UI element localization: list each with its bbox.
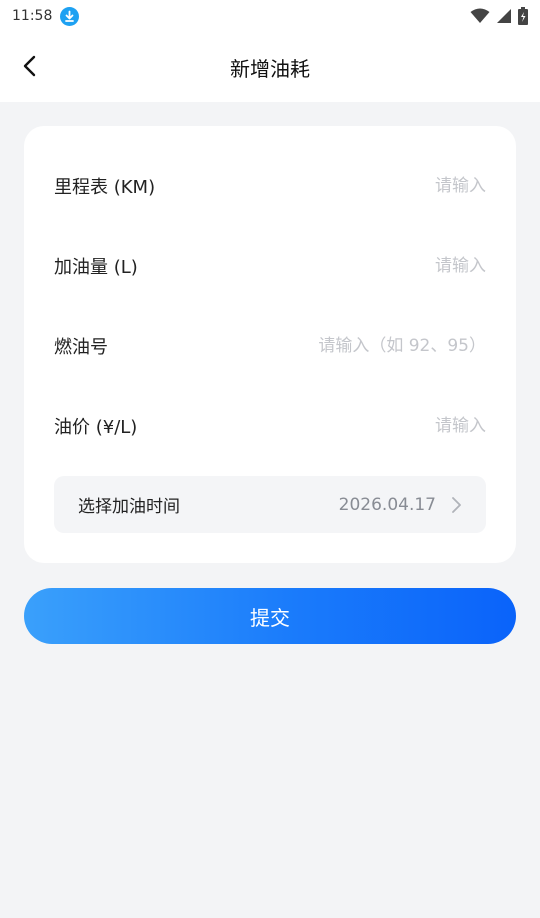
fuel-amount-row: 加油量 (L) — [54, 246, 486, 286]
refuel-time-label: 选择加油时间 — [78, 497, 180, 517]
form-card: 里程表 (KM) 加油量 (L) 燃油号 油价 (¥/L) 选择加油时间 202… — [24, 126, 516, 563]
fuel-grade-label: 燃油号 — [54, 337, 108, 358]
submit-button[interactable]: 提交 — [24, 588, 516, 644]
wifi-icon — [470, 8, 490, 23]
status-bar: 11:58 — [0, 0, 540, 32]
fuel-grade-input[interactable] — [246, 336, 486, 356]
refuel-time-value: 2026.04.17 — [338, 494, 436, 515]
fuel-price-input[interactable] — [246, 416, 486, 436]
fuel-price-row: 油价 (¥/L) — [54, 406, 486, 446]
download-icon — [60, 6, 80, 26]
status-time: 11:58 — [12, 8, 53, 24]
status-icons — [470, 7, 528, 25]
fuel-grade-row: 燃油号 — [54, 326, 486, 366]
fuel-amount-input[interactable] — [246, 256, 486, 276]
odometer-label: 里程表 (KM) — [54, 177, 156, 198]
refuel-time-selector[interactable]: 选择加油时间 2026.04.17 — [54, 476, 486, 533]
signal-icon — [497, 9, 511, 23]
back-button[interactable] — [14, 50, 46, 82]
fuel-price-label: 油价 (¥/L) — [54, 417, 138, 438]
page-title: 新增油耗 — [230, 56, 310, 81]
odometer-row: 里程表 (KM) — [54, 166, 486, 206]
fuel-amount-label: 加油量 (L) — [54, 257, 138, 278]
header: 新增油耗 — [0, 32, 540, 102]
chevron-left-icon — [23, 55, 36, 77]
odometer-input[interactable] — [246, 176, 486, 196]
chevron-right-icon — [450, 496, 462, 514]
battery-icon — [518, 7, 528, 25]
